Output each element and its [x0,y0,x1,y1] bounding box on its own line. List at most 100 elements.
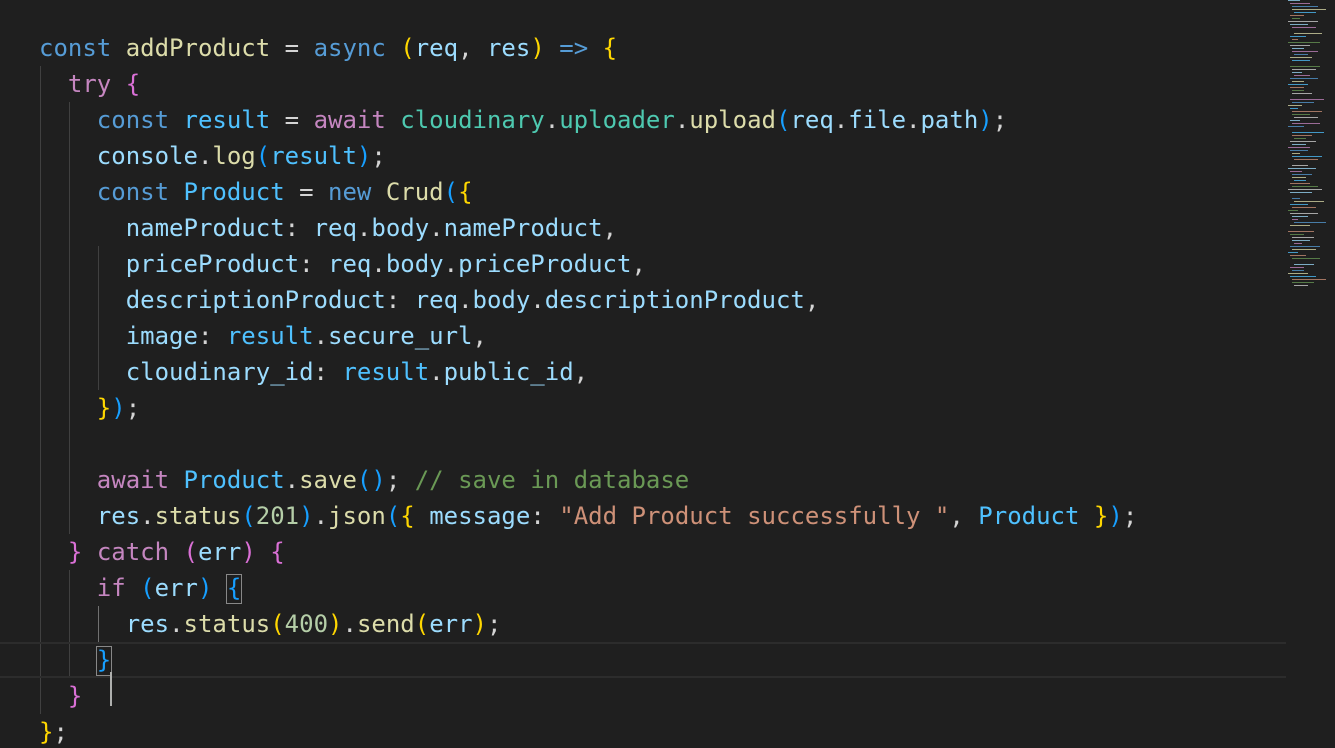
minimap-line [1290,141,1316,142]
code-line-text: cloudinary_id: result.public_id, [125,358,589,386]
minimap-line [1292,39,1298,40]
code-line[interactable]: const Product = new Crud({ [0,174,1286,210]
code-line-text: } [67,682,83,710]
minimap-line [1294,285,1308,286]
code-line[interactable]: } [0,678,1286,714]
code-line-text: if (err) { [96,574,242,602]
code-line[interactable]: }; [0,714,1286,748]
minimap-line [1290,213,1318,214]
minimap-line [1288,252,1298,253]
code-line[interactable] [0,426,1286,462]
code-line[interactable]: const addProduct = async (req, res) => { [0,30,1286,66]
minimap-line [1294,117,1318,118]
minimap-line [1288,42,1320,43]
minimap-line [1292,186,1318,187]
minimap-line [1288,189,1322,190]
minimap-line [1292,282,1314,283]
code-line-text: nameProduct: req.body.nameProduct, [125,214,618,242]
minimap-line [1288,105,1302,106]
minimap-line [1292,258,1320,259]
minimap-line [1288,273,1308,274]
minimap-line [1292,270,1304,271]
minimap-line [1292,249,1316,250]
code-line[interactable]: descriptionProduct: req.body.description… [0,282,1286,318]
code-line[interactable]: nameProduct: req.body.nameProduct, [0,210,1286,246]
minimap-line [1288,210,1298,211]
text-cursor [110,672,112,706]
minimap-line [1290,108,1298,109]
code-line[interactable]: await Product.save(); // save in databas… [0,462,1286,498]
minimap-line [1292,60,1310,61]
minimap-line [1290,183,1310,184]
code-line[interactable]: cloudinary_id: result.public_id, [0,354,1286,390]
minimap-line [1288,168,1316,169]
minimap-line [1290,78,1318,79]
minimap-line [1290,15,1304,16]
code-line[interactable]: res.status(201).json({ message: "Add Pro… [0,498,1286,534]
code-line-text: console.log(result); [96,142,386,170]
code-line-text: const addProduct = async (req, res) => { [39,34,618,62]
minimap-line [1290,150,1308,151]
minimap-line [1292,177,1306,178]
minimap-line [1290,267,1304,268]
minimap-line [1292,153,1300,154]
minimap-line [1294,264,1314,265]
code-line[interactable]: if (err) { [0,570,1286,606]
minimap-line [1290,171,1302,172]
minimap-line [1290,276,1316,277]
minimap-line [1292,102,1314,103]
minimap-line [1294,54,1308,55]
minimap-line [1294,201,1324,202]
minimap-line [1290,204,1308,205]
minimap-line [1290,192,1312,193]
code-editor[interactable]: const addProduct = async (req, res) => {… [0,0,1335,748]
minimap-line [1290,87,1304,88]
code-line[interactable]: } catch (err) { [0,534,1286,570]
code-area[interactable]: const addProduct = async (req, res) => {… [0,30,1286,748]
code-line[interactable]: const result = await cloudinary.uploader… [0,102,1286,138]
minimap-line [1294,159,1318,160]
minimap-line [1288,21,1318,22]
minimap-line [1290,234,1304,235]
minimap-line [1290,24,1308,25]
minimap-line [1290,225,1310,226]
minimap-line [1292,48,1304,49]
minimap-line [1288,84,1308,85]
code-line[interactable]: image: result.secure_url, [0,318,1286,354]
minimap-line [1290,255,1306,256]
minimap-line [1288,126,1304,127]
code-line[interactable]: res.status(400).send(err); [0,606,1286,642]
minimap-line [1294,222,1326,223]
code-line-text: await Product.save(); // save in databas… [96,466,690,494]
minimap-line [1292,9,1326,10]
code-line-text: priceProduct: req.body.priceProduct, [125,250,646,278]
minimap-line [1292,174,1312,175]
minimap-line [1292,279,1326,280]
minimap-line [1292,81,1304,82]
code-line-text: }; [39,718,68,746]
code-line[interactable]: }); [0,390,1286,426]
minimap-line [1290,3,1310,4]
code-line[interactable]: console.log(result); [0,138,1286,174]
minimap-line [1292,198,1300,199]
minimap-line [1290,45,1310,46]
code-line-text: const Product = new Crud({ [96,178,473,206]
minimap[interactable] [1286,0,1335,748]
minimap-line [1292,6,1318,7]
minimap-line [1292,114,1310,115]
code-line-text: res.status(201).json({ message: "Add Pro… [96,502,1138,530]
code-line[interactable]: try { [0,66,1286,102]
minimap-line [1290,57,1312,58]
code-line[interactable]: priceProduct: req.body.priceProduct, [0,246,1286,282]
minimap-line [1288,0,1300,1]
minimap-line [1292,135,1312,136]
minimap-line [1292,240,1310,241]
minimap-line [1294,180,1306,181]
code-line-text: image: result.secure_url, [125,322,487,350]
minimap-line [1292,237,1314,238]
code-line[interactable]: } [0,642,1286,678]
minimap-line [1292,18,1300,19]
minimap-line [1292,27,1316,28]
minimap-line [1290,66,1320,67]
code-line-text: try { [67,70,141,98]
